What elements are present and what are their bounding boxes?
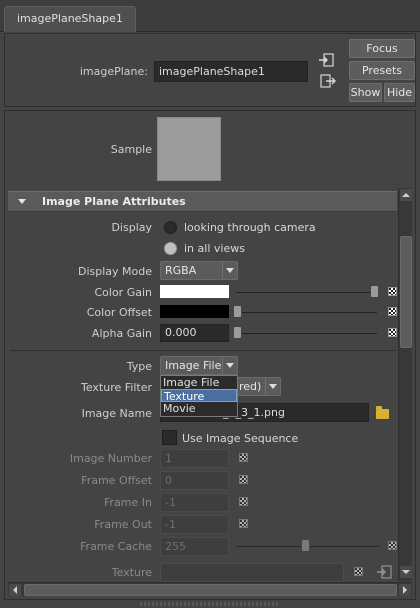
color-gain-swatch[interactable] — [160, 285, 229, 298]
frame-in-label: Frame In — [104, 496, 152, 509]
color-gain-map-icon[interactable] — [388, 287, 397, 296]
display-mode-value: RGBA — [165, 264, 197, 277]
type-value: Image File — [165, 359, 222, 372]
use-image-sequence-checkbox[interactable] — [162, 430, 177, 445]
display-radio-all-views[interactable] — [164, 242, 177, 255]
tab-imageplaneshape1[interactable]: imagePlaneShape1 — [4, 6, 136, 32]
vertical-scroll-thumb[interactable] — [400, 236, 412, 348]
frame-cache-field[interactable]: 255 — [160, 537, 229, 556]
image-number-field[interactable]: 1 — [160, 449, 229, 468]
chevron-down-icon — [222, 357, 237, 374]
alpha-gain-slider-track[interactable] — [236, 333, 377, 334]
frame-cache-map-icon[interactable] — [388, 541, 397, 550]
scroll-right-arrow-icon[interactable] — [399, 584, 411, 596]
color-gain-slider-handle[interactable] — [370, 285, 379, 298]
color-offset-slider-handle[interactable] — [233, 305, 242, 318]
scroll-up-arrow-icon[interactable] — [400, 189, 412, 201]
image-number-map-icon[interactable] — [239, 453, 248, 462]
texture-field[interactable] — [160, 563, 344, 582]
frame-out-map-icon[interactable] — [239, 519, 248, 528]
node-label: imagePlane: — [79, 65, 148, 78]
vertical-scrollbar[interactable] — [398, 188, 412, 581]
display-label: Display — [111, 221, 152, 234]
frame-offset-map-icon[interactable] — [239, 475, 248, 484]
display-radio-camera[interactable] — [164, 221, 177, 234]
texture-label: Texture — [111, 566, 152, 579]
display-option-all-views: in all views — [184, 242, 245, 255]
alpha-gain-field[interactable]: 0.000 — [160, 324, 229, 342]
scroll-left-arrow-icon[interactable] — [9, 584, 21, 596]
frame-out-field[interactable]: -1 — [160, 515, 229, 534]
frame-cache-label: Frame Cache — [80, 540, 152, 553]
display-mode-label: Display Mode — [77, 265, 152, 278]
folder-icon[interactable] — [376, 406, 389, 419]
type-option-texture[interactable]: Texture — [161, 389, 237, 403]
alpha-gain-label: Alpha Gain — [91, 327, 152, 340]
frame-in-field[interactable]: -1 — [160, 493, 229, 512]
color-offset-map-icon[interactable] — [388, 307, 397, 316]
frame-cache-slider-handle[interactable] — [301, 539, 310, 552]
color-gain-slider-track[interactable] — [236, 292, 377, 293]
collapse-triangle-icon — [18, 199, 26, 204]
texture-filter-label: Texture Filter — [80, 381, 152, 394]
image-name-label: Image Name — [81, 407, 152, 420]
scroll-down-arrow-icon[interactable] — [400, 566, 412, 578]
type-option-image-file[interactable]: Image File — [161, 376, 237, 389]
output-connection-icon[interactable] — [320, 74, 336, 88]
image-number-label: Image Number — [69, 452, 152, 465]
alpha-gain-slider-handle[interactable] — [233, 326, 242, 339]
hide-button[interactable]: Hide — [384, 83, 415, 102]
divider — [10, 350, 396, 351]
chevron-down-icon — [222, 262, 237, 279]
texture-filter-value: red) — [239, 380, 262, 393]
sample-swatch — [157, 117, 221, 181]
frame-out-label: Frame Out — [94, 518, 152, 531]
use-image-sequence-label: Use Image Sequence — [182, 432, 299, 445]
texture-map-icon[interactable] — [354, 567, 363, 576]
type-option-movie[interactable]: Movie — [161, 402, 237, 415]
alpha-gain-map-icon[interactable] — [388, 328, 397, 337]
type-dropdown[interactable]: Image File — [160, 356, 238, 375]
tab-bar: imagePlaneShape1 — [0, 0, 420, 32]
type-dropdown-menu: Image File Texture Movie — [160, 375, 238, 417]
focus-button[interactable]: Focus — [349, 39, 415, 58]
color-offset-slider-track[interactable] — [236, 312, 377, 313]
color-offset-swatch[interactable] — [160, 305, 229, 318]
horizontal-scroll-thumb[interactable] — [24, 584, 397, 596]
chevron-down-icon — [265, 378, 280, 395]
show-button[interactable]: Show — [349, 83, 382, 102]
node-name-field[interactable]: imagePlaneShape1 — [154, 61, 308, 82]
frame-offset-label: Frame Offset — [81, 474, 152, 487]
color-offset-label: Color Offset — [86, 306, 152, 319]
display-mode-dropdown[interactable]: RGBA — [160, 261, 238, 280]
type-label: Type — [126, 360, 152, 373]
frame-offset-field[interactable]: 0 — [160, 471, 229, 490]
resize-grip[interactable] — [140, 602, 280, 606]
input-connection-icon[interactable] — [318, 53, 334, 67]
texture-connection-icon[interactable] — [376, 565, 392, 579]
color-gain-label: Color Gain — [94, 286, 152, 299]
frame-in-map-icon[interactable] — [239, 497, 248, 506]
horizontal-scrollbar[interactable] — [8, 582, 412, 596]
sample-label: Sample — [110, 143, 152, 156]
presets-button[interactable]: Presets — [349, 61, 415, 80]
section-header-image-plane-attributes[interactable]: Image Plane Attributes — [8, 191, 397, 212]
section-title: Image Plane Attributes — [42, 195, 186, 208]
display-option-camera: looking through camera — [184, 221, 316, 234]
